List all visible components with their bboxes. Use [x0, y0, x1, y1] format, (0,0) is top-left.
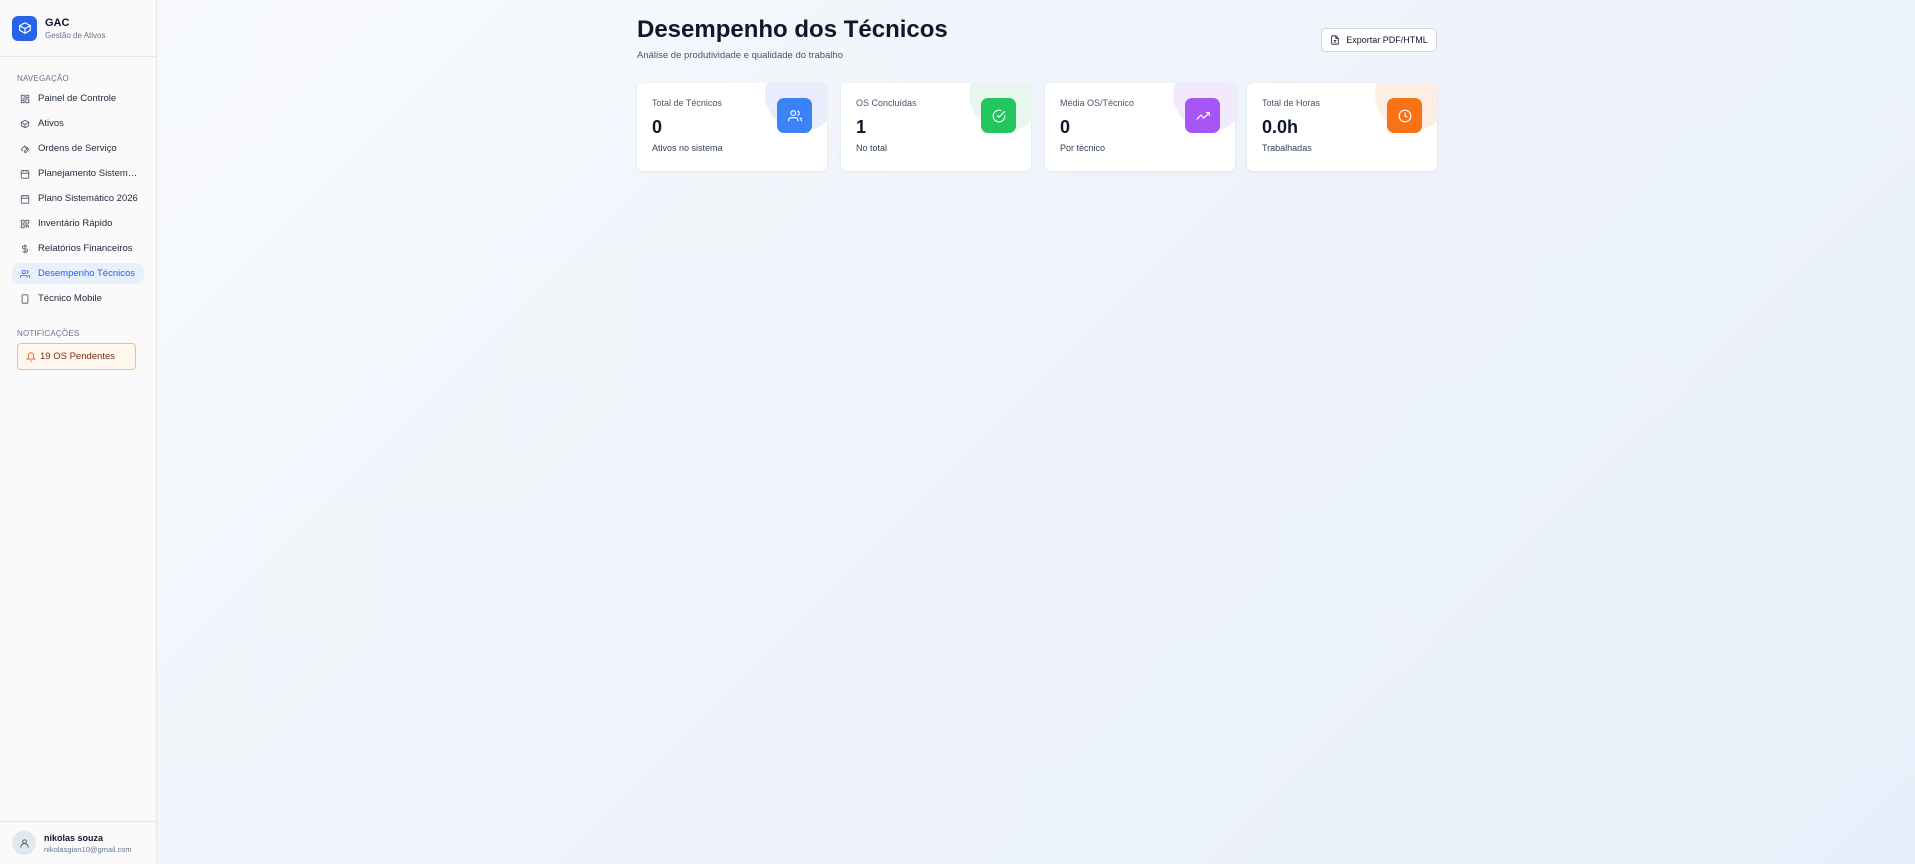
card-value: 1: [856, 117, 867, 137]
sidebar-item-tecnico-mobile[interactable]: Técnico Mobile: [12, 288, 144, 309]
sidebar: GAC Gestão de Ativos NAVEGAÇÃO Painel de…: [0, 0, 157, 864]
calendar-icon: [20, 194, 30, 204]
avatar: [12, 831, 36, 855]
sidebar-item-label: Planejamento Sistemá...: [38, 168, 138, 179]
sidebar-item-label: Ordens de Serviço: [38, 143, 117, 154]
sidebar-item-ativos[interactable]: Ativos: [12, 113, 144, 134]
card-label: OS Concluídas: [856, 98, 917, 108]
card-value: 0: [652, 117, 663, 137]
smartphone-icon: [20, 293, 30, 304]
card-label: Total de Horas: [1262, 98, 1321, 108]
card-value: 0: [1060, 117, 1071, 137]
card-subtext: Por técnico: [1060, 143, 1106, 153]
sidebar-item-label: Desempenho Técnicos: [38, 268, 135, 279]
user-email: nikolasgian10@gmail.com: [44, 844, 132, 854]
stats-cards: Total de Técnicos 0 Ativos no sistema OS…: [637, 83, 1437, 171]
card-subtext: No total: [856, 143, 888, 153]
user-name: nikolas souza: [44, 832, 104, 843]
calendar-icon: [20, 169, 30, 179]
sidebar-item-label: Técnico Mobile: [38, 293, 102, 304]
dollar-icon: [20, 243, 30, 254]
trending-up-icon: [1185, 98, 1220, 133]
brand-name: GAC: [45, 16, 70, 29]
bell-icon: [26, 351, 36, 362]
sidebar-item-relatorios-financeiros[interactable]: Relatórios Financeiros: [12, 238, 144, 259]
page-title: Desempenho dos Técnicos: [637, 16, 948, 43]
sidebar-item-inventario-rapido[interactable]: Inventário Rápido: [12, 213, 144, 234]
qr-code-icon: [20, 219, 30, 229]
stat-card-os-concluidas: OS Concluídas 1 No total: [841, 83, 1031, 171]
sidebar-item-painel-de-controle[interactable]: Painel de Controle: [12, 88, 144, 109]
export-pdf-html-button[interactable]: Exportar PDF/HTML: [1321, 28, 1437, 52]
sidebar-item-ordens-de-servico[interactable]: Ordens de Serviço: [12, 138, 144, 159]
notification-label: 19 OS Pendentes: [40, 351, 115, 362]
card-label: Média OS/Técnico: [1060, 98, 1135, 108]
sidebar-item-label: Ativos: [38, 118, 64, 129]
users-icon: [777, 98, 812, 133]
notifications-section-label: NOTIFICAÇÕES: [17, 329, 80, 338]
brand[interactable]: GAC Gestão de Ativos: [0, 0, 156, 57]
sidebar-item-label: Plano Sistemático 2026: [38, 193, 138, 204]
nav-section-label: NAVEGAÇÃO: [17, 74, 69, 83]
sidebar-item-label: Painel de Controle: [38, 93, 117, 104]
card-value: 0.0h: [1262, 117, 1299, 137]
stat-card-media-os-tecnico: Média OS/Técnico 0 Por técnico: [1045, 83, 1235, 171]
dashboard-icon: [20, 94, 30, 104]
box-icon: [20, 119, 30, 129]
pending-os-notification[interactable]: 19 OS Pendentes: [17, 343, 136, 370]
sidebar-item-label: Inventário Rápido: [38, 218, 113, 229]
stat-card-total-tecnicos: Total de Técnicos 0 Ativos no sistema: [637, 83, 827, 171]
card-subtext: Trabalhadas: [1262, 143, 1312, 153]
sidebar-item-plano-sistematico-2026[interactable]: Plano Sistemático 2026: [12, 188, 144, 209]
user-profile[interactable]: nikolas souza nikolasgian10@gmail.com: [0, 821, 156, 864]
file-icon: [1330, 35, 1340, 45]
box-icon: [12, 15, 37, 41]
users-icon: [20, 269, 30, 279]
export-button-label: Exportar PDF/HTML: [1346, 35, 1428, 45]
card-subtext: Ativos no sistema: [652, 143, 723, 153]
clock-icon: [1387, 98, 1422, 133]
sidebar-item-label: Relatórios Financeiros: [38, 243, 133, 254]
page-subtitle: Análise de produtividade e qualidade do …: [637, 50, 843, 61]
check-circle-icon: [981, 98, 1016, 133]
card-label: Total de Técnicos: [652, 98, 722, 108]
sidebar-item-desempenho-tecnicos[interactable]: Desempenho Técnicos: [12, 263, 144, 284]
brand-subtitle: Gestão de Ativos: [45, 30, 106, 40]
sidebar-item-planejamento-sistematico[interactable]: Planejamento Sistemá...: [12, 163, 144, 184]
wrench-icon: [20, 144, 30, 154]
stat-card-total-horas: Total de Horas 0.0h Trabalhadas: [1247, 83, 1437, 171]
